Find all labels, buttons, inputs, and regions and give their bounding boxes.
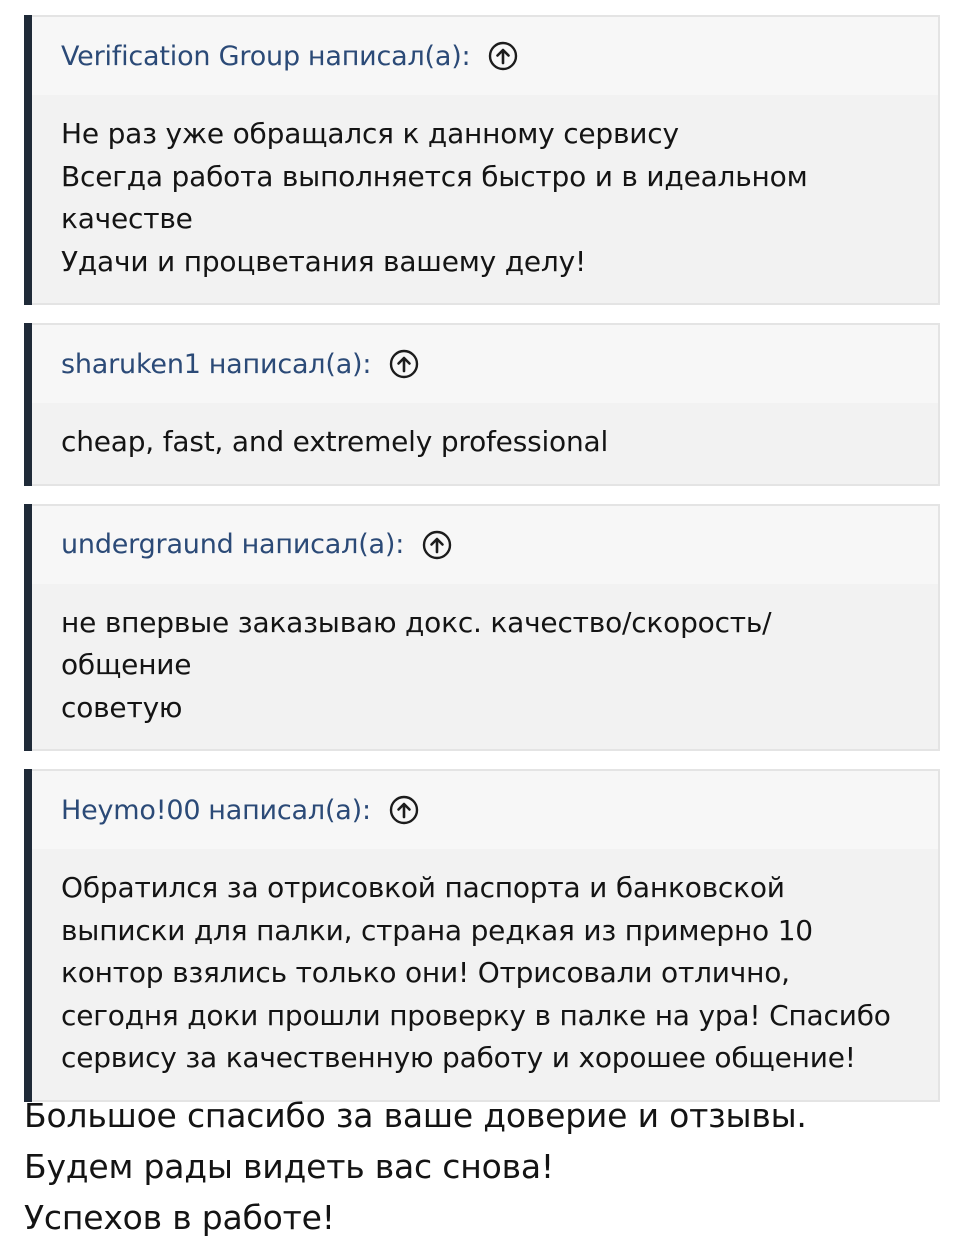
quote-text-line: Всегда работа выполняется быстро и в иде…	[61, 159, 808, 193]
quote-header: Verification Group написал(а):	[24, 17, 938, 95]
quote-text-line: контор взялись только они! Отрисовали от…	[61, 956, 790, 989]
quote-body: не впервые заказываю докс. качество/скор…	[24, 583, 938, 749]
quote-body: cheap, fast, and extremely professional	[24, 403, 938, 484]
quote-text-line: сервису за качественную работу и хорошее…	[61, 1041, 856, 1074]
arrow-up-circle-icon[interactable]	[389, 795, 419, 825]
quote-text-line: выписки для палки, страна редкая из прим…	[61, 913, 813, 947]
quote-body: Обратился за отрисовкой паспорта и банко…	[24, 849, 938, 1100]
quote-text-line: cheap, fast, and extremely professional	[61, 425, 609, 458]
quote-header: sharuken1 написал(а):	[24, 325, 938, 403]
arrow-up-circle-icon[interactable]	[422, 530, 452, 560]
arrow-up-circle-icon[interactable]	[389, 349, 419, 379]
quote-block: Verification Group написал(а): Не раз уж…	[24, 15, 940, 305]
quote-text-line: не впервые заказываю докс. качество/скор…	[61, 605, 772, 639]
quote-wrote-label: написал(а):	[208, 794, 371, 826]
quote-text-line: общение	[61, 648, 192, 681]
reply-text-line: Успехов в работе!	[24, 1198, 335, 1237]
quote-text-line: советую	[61, 690, 183, 724]
quote-wrote-label: написал(а):	[307, 40, 471, 72]
quote-text-line: Не раз уже обращался к данному сервису	[61, 117, 679, 150]
reply-message: Большое спасибо за ваше доверие и отзывы…	[24, 1090, 807, 1243]
quote-author[interactable]: undergraund	[61, 529, 234, 560]
quote-header: undergraund написал(а):	[24, 505, 938, 584]
quote-wrote-label: написал(а):	[241, 529, 405, 560]
reply-text-line: Будем рады видеть вас снова!	[24, 1147, 554, 1186]
quote-block: undergraund написал(а): не впервые заказ…	[24, 503, 940, 751]
quote-text-line: качестве	[61, 202, 193, 235]
quote-block: sharuken1 написал(а): cheap, fast, and e…	[24, 323, 940, 486]
quote-header: Heymo!00 написал(а):	[24, 771, 938, 849]
quote-wrote-label: написал(а):	[208, 348, 372, 380]
quote-text-line: сегодня доки прошли проверку в палке на …	[61, 998, 891, 1032]
quote-author[interactable]: Heymo!00	[61, 795, 200, 826]
quote-body: Не раз уже обращался к данному сервису В…	[24, 95, 938, 303]
quote-author[interactable]: Verification Group	[61, 41, 300, 72]
reply-text-line: Большое спасибо за ваше доверие и отзывы…	[24, 1096, 807, 1135]
quote-author[interactable]: sharuken1	[61, 349, 201, 380]
quotes-container: Verification Group написал(а): Не раз уж…	[24, 15, 940, 1120]
arrow-up-circle-icon[interactable]	[488, 41, 518, 71]
quote-text-line: Удачи и процветания вашему делу!	[61, 244, 587, 278]
quote-block: Heymo!00 написал(а): Обратился за отрисо…	[24, 769, 940, 1102]
quote-text-line: Обратился за отрисовкой паспорта и банко…	[61, 871, 785, 904]
